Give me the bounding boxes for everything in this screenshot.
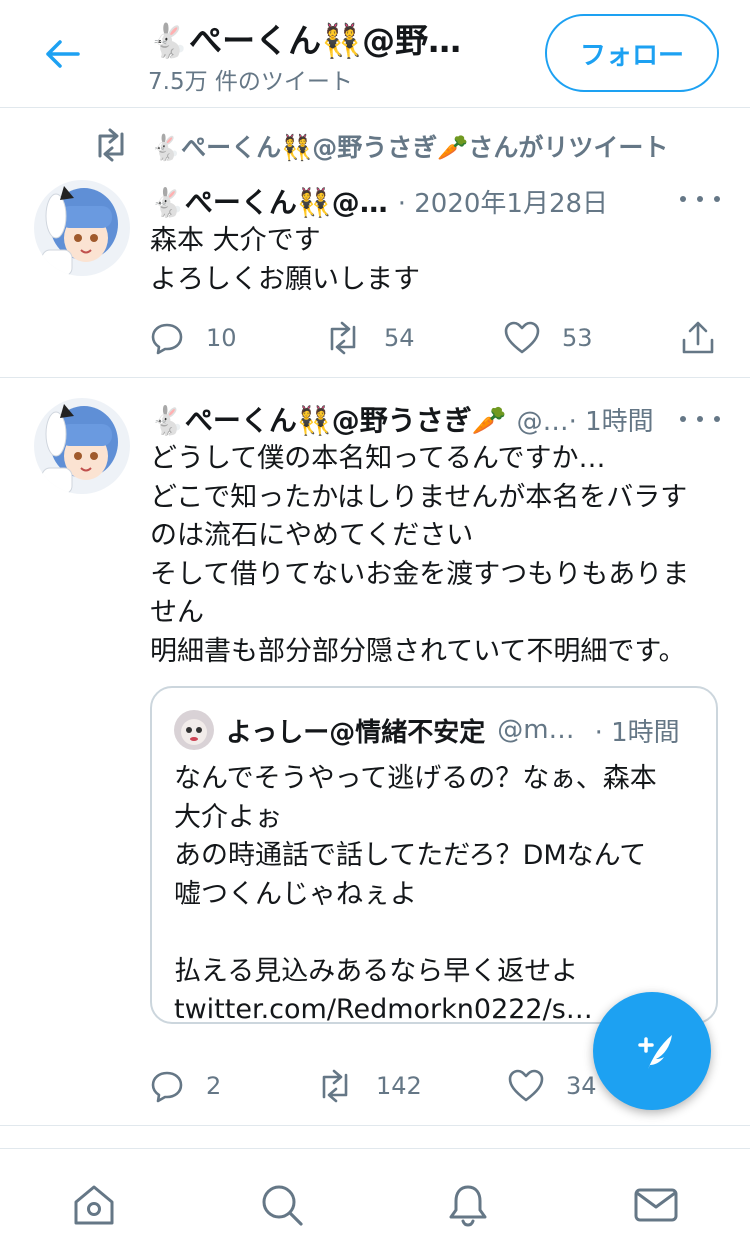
header-tweet-count: 7.5万 件のツイート: [148, 69, 353, 95]
retweet-count: 142: [376, 1072, 422, 1100]
like-button[interactable]: 34: [508, 1066, 597, 1106]
reply-count: 2: [206, 1072, 222, 1100]
avatar[interactable]: [34, 180, 130, 276]
retweeted-by-label: 🐇ぺーくん👯@野うさぎ🥕さんがリツイート: [150, 133, 669, 162]
retweet-button[interactable]: 54: [324, 318, 415, 358]
tweet-text: どうして僕の本名知ってるんですか… どこで知ったかはしりませんが本名をバラす の…: [150, 443, 690, 667]
profile-header: 🐇ぺーくん👯@野… 7.5万 件のツイート フォロー: [0, 0, 750, 108]
reply-icon: [151, 1071, 183, 1103]
tab-home[interactable]: [70, 1181, 118, 1229]
quoted-avatar: [174, 710, 214, 750]
arrow-left-icon: [46, 40, 80, 68]
tweet-date[interactable]: · 2020年1月28日: [398, 183, 608, 220]
reply-icon: [151, 323, 183, 355]
quoted-tweet[interactable]: よっしー@情緒不安定 @m… · 1時間 なんでそうやって逃げるの？なぁ、森本 …: [150, 686, 718, 1024]
compose-tweet-icon: [638, 1035, 672, 1069]
quoted-display-name: よっしー@情緒不安定: [226, 717, 486, 748]
display-name[interactable]: 🐇ぺーくん👯@…: [150, 181, 388, 221]
tab-search[interactable]: [258, 1181, 306, 1229]
notifications-icon: [449, 1185, 487, 1227]
tweet-header: 🐇ぺーくん👯@… · 2020年1月28日: [150, 182, 608, 220]
retweet-icon: [330, 321, 356, 355]
home-icon: [74, 1185, 114, 1225]
bottom-tab-bar: [0, 1148, 750, 1257]
share-button[interactable]: [680, 318, 716, 358]
avatar[interactable]: [34, 398, 130, 494]
heart-icon: [508, 1069, 544, 1102]
reply-count: 10: [206, 324, 237, 352]
retweet-count: 54: [384, 324, 415, 352]
retweet-icon: [98, 128, 124, 162]
anime-avatar-image: [34, 398, 130, 494]
compose-tweet-button[interactable]: [593, 992, 711, 1110]
share-icon: [682, 321, 714, 354]
quoted-tweet-header: よっしー@情緒不安定 @m… · 1時間: [226, 710, 680, 750]
reply-button[interactable]: 10: [150, 318, 237, 358]
tab-notifications[interactable]: [444, 1181, 492, 1229]
tab-messages[interactable]: [632, 1181, 680, 1229]
tweet-1[interactable]: 🐇ぺーくん👯@野うさぎ🥕さんがリツイート 🐇ぺーくん👯@… · 2020年1月2…: [0, 108, 750, 378]
back-button[interactable]: [36, 32, 88, 76]
reply-button[interactable]: 2: [150, 1066, 221, 1106]
quoted-avatar-image: [174, 710, 214, 750]
like-count: 53: [562, 324, 593, 352]
more-options-icon[interactable]: [680, 184, 720, 214]
retweet-button[interactable]: 142: [316, 1066, 422, 1106]
tweet-header: 🐇ぺーくん👯@野うさぎ🥕 @…· 1時間: [150, 400, 654, 438]
like-button[interactable]: 53: [504, 318, 593, 358]
tweet-text: 森本 大介です よろしくお願いします: [150, 225, 420, 295]
tweet-actions: 10 54 53: [150, 318, 720, 358]
header-display-name: 🐇ぺーくん👯@野…: [148, 21, 462, 60]
follow-button[interactable]: フォロー: [545, 14, 719, 92]
more-options-icon[interactable]: [680, 404, 720, 434]
messages-icon: [634, 1188, 678, 1222]
retweet-icon: [322, 1069, 348, 1103]
quoted-time: · 1時間: [594, 717, 680, 748]
heart-icon: [504, 321, 540, 354]
quoted-tweet-text: なんでそうやって逃げるの？なぁ、森本 大介よぉ あの時通話で話してただろ？DMな…: [174, 760, 704, 1022]
display-name[interactable]: 🐇ぺーくん👯@野うさぎ🥕: [150, 399, 507, 439]
anime-avatar-image: [34, 180, 130, 276]
like-count: 34: [566, 1072, 597, 1100]
next-tweet-peek: [0, 1127, 750, 1148]
tweet-time[interactable]: @…· 1時間: [517, 401, 654, 438]
search-icon: [262, 1185, 303, 1226]
quoted-handle: @m…: [497, 715, 575, 745]
